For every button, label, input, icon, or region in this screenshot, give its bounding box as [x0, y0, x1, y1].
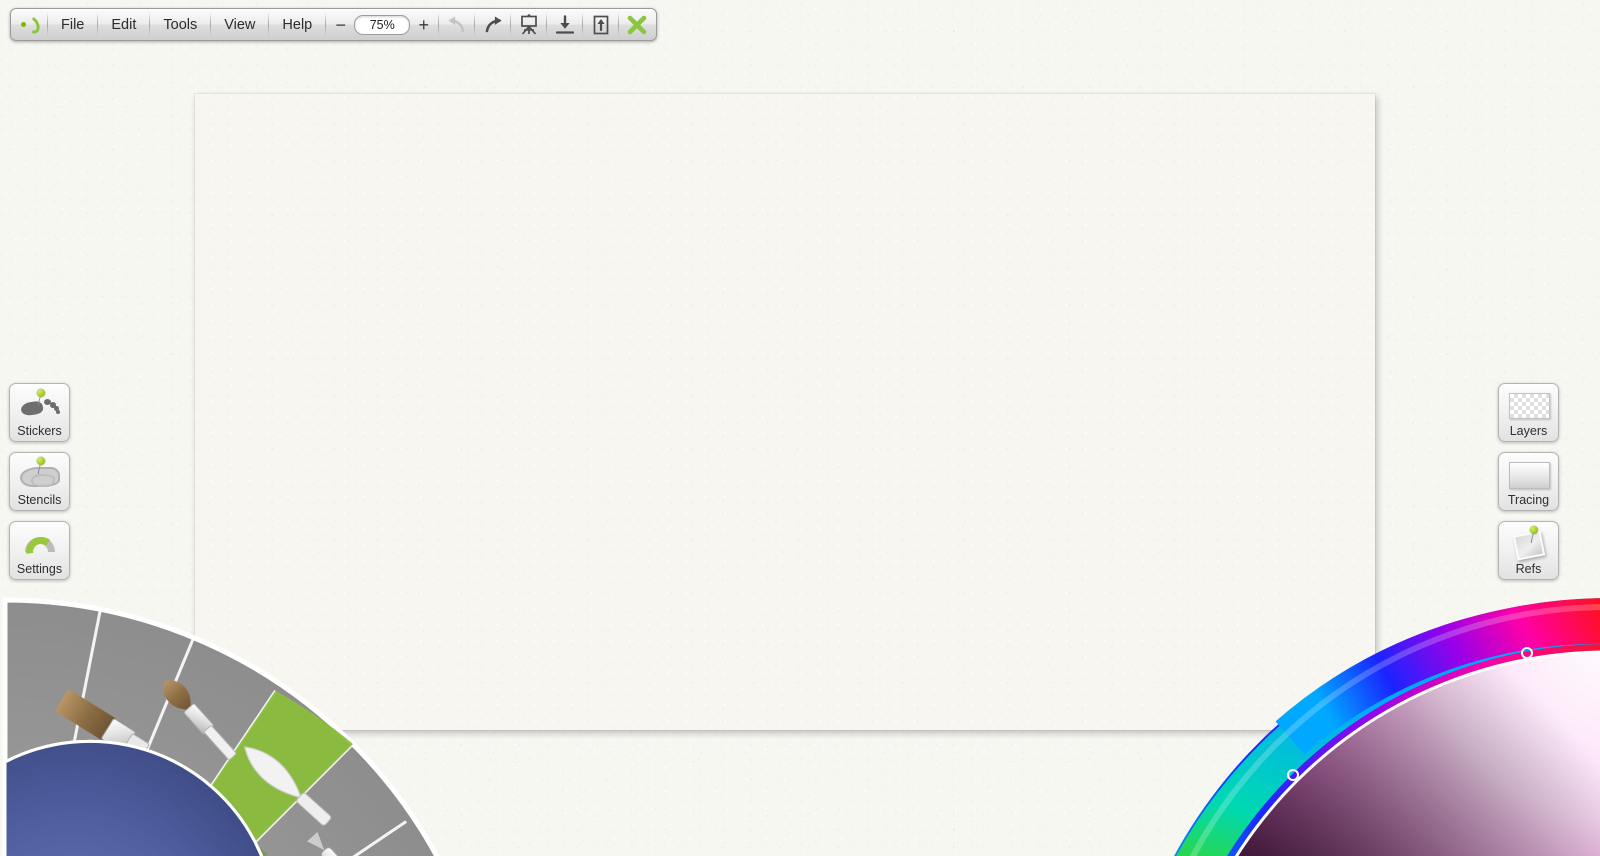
zoom-control: − 75% +	[326, 9, 438, 40]
sidebar-label-stickers: Stickers	[17, 424, 62, 438]
sidebar-label-tracing: Tracing	[1507, 493, 1550, 507]
sidebar-item-refs[interactable]: Refs	[1498, 521, 1559, 580]
canvas-area[interactable]	[195, 94, 1375, 730]
stencils-shape-icon	[17, 457, 63, 492]
sidebar-item-settings[interactable]: Settings	[9, 521, 70, 580]
sidebar-item-layers[interactable]: Layers	[1498, 383, 1559, 442]
import-icon[interactable]	[547, 9, 582, 40]
easel-icon[interactable]	[511, 9, 546, 40]
eyedropper-tool[interactable]	[76, 844, 111, 856]
sidebar-label-refs: Refs	[1515, 562, 1542, 576]
hue-marker[interactable]	[1521, 647, 1533, 659]
logo-arc	[22, 13, 43, 36]
presets-count: 13	[284, 783, 304, 802]
sidebar-label-layers: Layers	[1509, 424, 1548, 438]
color-swatch[interactable]	[1283, 779, 1297, 791]
layers-checkerboard-icon	[1506, 389, 1552, 423]
painting-canvas[interactable]	[195, 94, 1375, 730]
color-swatch[interactable]	[1267, 793, 1281, 805]
color-swatch[interactable]	[1283, 793, 1297, 805]
redo-icon[interactable]	[475, 9, 510, 40]
tracing-plate-icon	[1506, 458, 1552, 492]
color-swatch[interactable]	[1251, 793, 1265, 805]
refs-photo-icon	[1506, 526, 1552, 561]
zoom-value-input[interactable]: 75%	[354, 14, 411, 35]
color-swatch[interactable]	[1267, 779, 1281, 791]
transform-tool[interactable]	[53, 818, 81, 846]
sidebar-item-stencils[interactable]: Stencils	[9, 452, 70, 511]
samples-button[interactable]: Samples	[1243, 773, 1305, 833]
menu-view[interactable]: View	[211, 9, 268, 40]
export-icon[interactable]	[583, 9, 618, 40]
sidebar-item-tracing[interactable]: Tracing	[1498, 452, 1559, 511]
close-icon[interactable]	[619, 9, 654, 40]
select-tool[interactable]	[19, 807, 51, 833]
paint-brush-tool[interactable]	[55, 689, 152, 763]
settings-gauge-icon	[17, 527, 63, 561]
pencil-tool[interactable]	[31, 798, 132, 856]
artrage-logo-icon[interactable]	[13, 9, 47, 40]
menu-tools[interactable]: Tools	[150, 9, 210, 40]
opacity-gauge[interactable]: 50%	[3, 739, 276, 856]
menu-edit[interactable]: Edit	[98, 9, 149, 40]
utility-tool-ring: T	[3, 739, 264, 856]
presets-button[interactable]: 13 Presets	[265, 773, 323, 833]
samples-swatch-grid	[1251, 779, 1297, 805]
artrage-application-window: File Edit Tools View Help − 75% + Sticke…	[0, 0, 1600, 856]
sidebar-item-stickers[interactable]: Stickers	[9, 383, 70, 442]
zoom-out-button[interactable]: −	[332, 16, 349, 34]
menu-file[interactable]: File	[48, 9, 97, 40]
paint-roller-tool[interactable]	[132, 777, 236, 856]
undo-icon[interactable]	[439, 9, 474, 40]
samples-label: Samples	[1249, 808, 1299, 822]
presets-label: Presets	[272, 809, 316, 823]
zoom-in-button[interactable]: +	[415, 16, 432, 34]
sidebar-label-stencils: Stencils	[17, 493, 62, 507]
stickers-footprint-icon	[17, 389, 63, 423]
sidebar-label-settings: Settings	[16, 562, 63, 576]
main-toolbar: File Edit Tools View Help − 75% +	[10, 8, 658, 41]
color-swatch[interactable]	[1251, 779, 1265, 791]
menu-help[interactable]: Help	[269, 9, 325, 40]
